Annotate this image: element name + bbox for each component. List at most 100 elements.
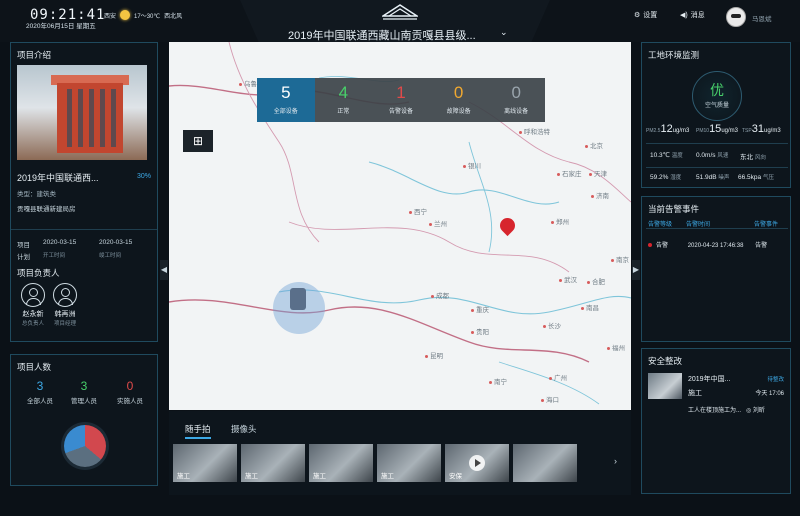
play-icon[interactable] bbox=[469, 455, 485, 471]
pm-unit: ug/m3 bbox=[672, 128, 690, 134]
leader-role: 项目经理 bbox=[53, 321, 76, 327]
count-label: 管理人员 bbox=[71, 398, 97, 405]
device-stats: 5 全部设备 4 正常 1 告警设备 0 故障设备 0 离线设备 bbox=[257, 78, 545, 122]
thumb-caption: 施工 bbox=[313, 473, 326, 480]
photo-thumb[interactable]: 施工 bbox=[173, 444, 237, 482]
alarm-row[interactable]: 告警 2020-04-23 17:46:38 告警 bbox=[648, 240, 767, 249]
pressure-value: 66.5kpa bbox=[738, 174, 762, 181]
start-label: 开工时间 bbox=[43, 253, 66, 259]
weather-city: 西安 bbox=[104, 13, 117, 20]
chevron-right-icon[interactable]: › bbox=[614, 456, 617, 466]
stat-value: 0 bbox=[511, 83, 521, 102]
stat-label: 故障设备 bbox=[446, 109, 471, 115]
messages-button[interactable]: ◀) 消息 bbox=[680, 10, 705, 20]
pm25-reading: PM2.512ug/m3 bbox=[646, 123, 689, 135]
stat-all-devices[interactable]: 5 全部设备 bbox=[257, 78, 315, 122]
photo-thumb[interactable] bbox=[513, 444, 577, 482]
people-pie-chart bbox=[64, 425, 106, 467]
air-quality-gauge: 优 空气质量 bbox=[692, 71, 742, 121]
pm-unit: ug/m3 bbox=[763, 128, 781, 134]
city-label: 海口 bbox=[541, 394, 559, 404]
alarm-dot-icon bbox=[648, 243, 652, 248]
end-date: 2020-03-15 bbox=[99, 239, 133, 246]
leaders-title: 项目负责人 bbox=[17, 268, 60, 278]
city-label: 郑州 bbox=[551, 216, 569, 226]
city-label: 成都 bbox=[431, 290, 449, 300]
grid-view-icon[interactable]: ⊞ bbox=[183, 130, 213, 152]
pm10-reading: PM1015ug/m3 bbox=[696, 123, 738, 135]
person-icon bbox=[21, 283, 45, 307]
safety-item-title[interactable]: 2019年中国... bbox=[688, 374, 730, 384]
user-name[interactable]: 马恩斌 bbox=[752, 13, 772, 23]
count-label: 实施人员 bbox=[117, 398, 143, 405]
panel-title: 当前告警事件 bbox=[648, 204, 700, 214]
leader-name: 韩再洲 bbox=[54, 311, 76, 318]
media-strip: 随手拍 摄像头 施工 施工 施工 施工 安保 › bbox=[169, 411, 631, 495]
people-count-panel: 项目人数 3 全部人员 3 管理人员 0 实施人员 bbox=[10, 354, 158, 486]
project-photo[interactable] bbox=[17, 65, 147, 160]
city-label: 昆明 bbox=[425, 350, 443, 360]
user-avatar[interactable] bbox=[726, 7, 746, 27]
divider bbox=[646, 228, 788, 229]
start-date: 2020-03-15 bbox=[43, 239, 77, 246]
speaker-icon: ◀) bbox=[680, 12, 688, 19]
thumb-caption: 安保 bbox=[449, 473, 462, 480]
stat-value: 4 bbox=[338, 83, 349, 102]
stat-label: 全部设备 bbox=[273, 109, 298, 115]
humidity-value: 59.2% bbox=[650, 174, 669, 181]
city-label: 济南 bbox=[591, 190, 609, 200]
city-label: 北京 bbox=[585, 140, 603, 150]
map-view[interactable]: 乌鲁木齐 呼和浩特 北京 天津 石家庄 银川 济南 西宁 兰州 郑州 成都 重庆… bbox=[169, 42, 631, 410]
count-managers[interactable]: 3 管理人员 bbox=[61, 379, 107, 405]
panel-title: 项目介绍 bbox=[17, 50, 52, 60]
wind-direction-reading: 东北 风向 bbox=[740, 151, 766, 161]
wind-speed-label: 风速 bbox=[717, 153, 729, 159]
city-label: 南昌 bbox=[581, 302, 599, 312]
divider bbox=[646, 143, 788, 144]
air-quality-value: 优 bbox=[710, 82, 724, 98]
stat-alarm[interactable]: 1 告警设备 bbox=[372, 78, 430, 122]
alarm-level: 告警 bbox=[656, 243, 669, 249]
leader-card[interactable]: 韩再洲 项目经理 bbox=[45, 283, 85, 327]
stat-offline[interactable]: 0 离线设备 bbox=[487, 78, 545, 122]
count-all[interactable]: 3 全部人员 bbox=[17, 379, 63, 405]
photo-thumb[interactable]: 施工 bbox=[241, 444, 305, 482]
building-image bbox=[57, 83, 123, 153]
project-unit: 贡嘎县联通新建局房 bbox=[17, 206, 76, 213]
project-title[interactable]: 2019年中国联通西藏山南贡嘎县县级... bbox=[288, 27, 476, 43]
collapse-right-icon[interactable]: ▶ bbox=[632, 260, 640, 280]
temperature-label: 温度 bbox=[671, 153, 683, 159]
top-bar: 09:21:41 2020年06月15日 星期五 西安 17～30℃ 西北风 2… bbox=[0, 0, 800, 42]
settings-button[interactable]: ⚙ 设置 bbox=[634, 10, 657, 20]
plan-label: 计划 bbox=[17, 254, 30, 261]
project-type: 类型：建筑类 bbox=[17, 191, 56, 198]
item-label: 项目 bbox=[17, 242, 30, 249]
alarm-event: 告警 bbox=[755, 243, 768, 249]
photo-thumb[interactable]: 施工 bbox=[377, 444, 441, 482]
stat-value: 0 bbox=[453, 83, 464, 102]
weather-temp: 17～30℃ bbox=[134, 13, 161, 20]
pm25-label: PM2.5 bbox=[646, 128, 661, 134]
city-label: 重庆 bbox=[471, 304, 489, 314]
safety-item-user: ◎ 刘昕 bbox=[746, 405, 765, 414]
chevron-down-icon[interactable]: ⌄ bbox=[500, 27, 508, 38]
project-location-marker[interactable] bbox=[273, 282, 325, 334]
tab-snapshots[interactable]: 随手拍 bbox=[185, 423, 211, 439]
city-label: 石家庄 bbox=[557, 168, 582, 178]
tab-cameras[interactable]: 摄像头 bbox=[231, 423, 257, 435]
stat-normal[interactable]: 4 正常 bbox=[315, 78, 373, 122]
alarm-header-time: 告警时间 bbox=[686, 222, 711, 228]
wind-speed-value: 0.0m/s bbox=[696, 152, 716, 159]
pm25-value: 12 bbox=[660, 123, 673, 135]
safety-user-name: 刘昕 bbox=[752, 408, 765, 414]
city-label: 西宁 bbox=[409, 206, 427, 216]
safety-panel: 安全整改 2019年中国... 待整改 施工 今天 17:06 工人在楼顶施工为… bbox=[641, 348, 791, 494]
video-thumb[interactable]: 安保 bbox=[445, 444, 509, 482]
stat-fault[interactable]: 0 故障设备 bbox=[430, 78, 488, 122]
project-progress: 30% bbox=[136, 173, 151, 180]
count-workers[interactable]: 0 实施人员 bbox=[107, 379, 153, 405]
photo-thumb[interactable]: 施工 bbox=[309, 444, 373, 482]
safety-photo[interactable] bbox=[648, 373, 682, 399]
collapse-left-icon[interactable]: ◀ bbox=[160, 260, 168, 280]
divider bbox=[646, 167, 788, 168]
